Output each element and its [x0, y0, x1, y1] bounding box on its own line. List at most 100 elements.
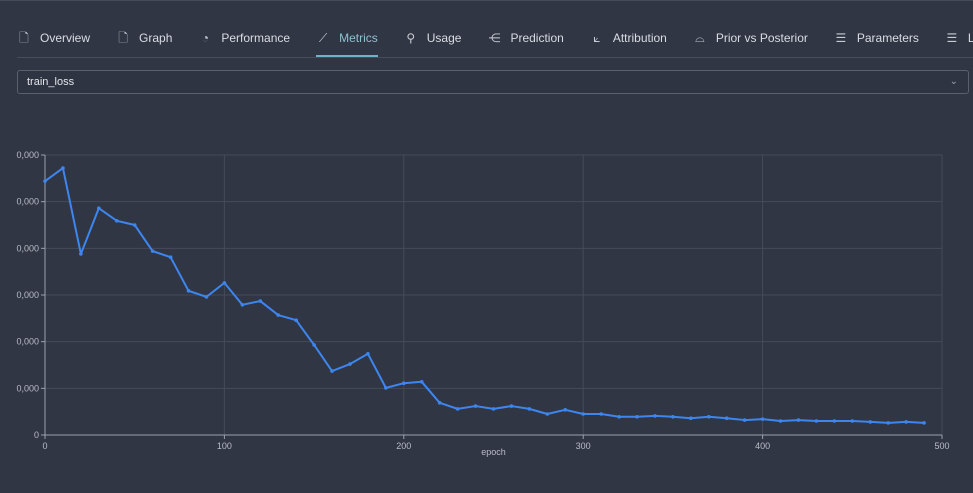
data-point: [563, 408, 568, 412]
area-chart-icon: ⌓: [695, 31, 705, 45]
data-point: [330, 369, 334, 373]
data-point: [527, 407, 532, 411]
data-point: [366, 352, 370, 356]
data-point: [886, 421, 890, 425]
data-point: [850, 419, 855, 423]
tab-prediction[interactable]: ⋲ Prediction: [487, 20, 563, 56]
tab-usage[interactable]: ⚲ Usage: [404, 20, 462, 56]
data-point: [653, 414, 657, 418]
data-point: [922, 421, 926, 425]
data-point: [778, 419, 783, 423]
x-tick-label: 200: [396, 441, 411, 451]
data-point: [491, 407, 496, 411]
tab-metrics[interactable]: ⟋ Metrics: [316, 20, 378, 57]
x-tick-label: 0: [42, 441, 47, 451]
data-point: [132, 223, 137, 227]
flow-icon: ⚲: [406, 31, 416, 45]
y-tick-label: 0,000: [16, 243, 39, 253]
tab-label: Metrics: [339, 31, 378, 45]
metric-select[interactable]: train_loss ⌄: [17, 70, 969, 94]
data-point: [384, 386, 388, 390]
y-tick-label: 0,000: [16, 337, 39, 347]
data-point: [742, 418, 747, 422]
data-point: [168, 255, 173, 259]
data-point: [473, 404, 478, 408]
data-point: [79, 252, 83, 256]
data-point: [97, 206, 101, 210]
data-point: [832, 419, 837, 423]
tab-logs[interactable]: ☰ Logs: [945, 20, 973, 56]
tab-label: Graph: [139, 31, 173, 45]
y-tick-label: 0,000: [16, 290, 39, 300]
data-point: [312, 343, 316, 347]
tab-label: Parameters: [856, 31, 919, 45]
data-point: [796, 418, 801, 422]
data-point: [671, 415, 675, 419]
data-point: [599, 412, 603, 416]
y-tick-label: 0,000: [16, 383, 39, 393]
file-chart-icon: 🗋: [118, 31, 128, 45]
tab-graph[interactable]: 🗋 Graph: [116, 20, 172, 56]
data-point: [635, 415, 639, 419]
data-point: [204, 295, 209, 299]
data-point: [545, 412, 550, 416]
data-point: [419, 380, 424, 384]
x-tick-label: 100: [217, 441, 232, 451]
data-point: [240, 303, 245, 307]
tab-prior-vs-posterior[interactable]: ⌓ Prior vs Posterior: [693, 20, 808, 56]
trend-icon: ⟀: [593, 31, 601, 45]
data-point: [904, 420, 908, 424]
tab-label: Usage: [426, 31, 462, 45]
x-tick-label: 500: [934, 441, 949, 451]
data-point: [186, 289, 191, 293]
branch-icon: ⋲: [488, 31, 501, 45]
top-border: [0, 0, 973, 1]
data-point: [814, 419, 819, 423]
data-point: [150, 249, 155, 253]
data-point: [455, 407, 460, 411]
tab-label: Overview: [40, 31, 91, 45]
tab-label: Performance: [221, 31, 291, 45]
data-point: [402, 381, 406, 385]
x-tick-label: 300: [576, 441, 591, 451]
data-point: [114, 219, 119, 223]
tab-label: Logs: [967, 31, 973, 45]
data-point: [61, 166, 65, 170]
list-icon: ☰: [835, 31, 847, 45]
data-point: [760, 417, 765, 421]
tab-parameters[interactable]: ☰ Parameters: [834, 20, 919, 56]
metric-select-value: train_loss: [27, 76, 75, 88]
tab-performance[interactable]: ◔ Performance: [198, 20, 290, 56]
y-tick-label: 0,000: [16, 150, 39, 160]
data-point: [509, 404, 514, 408]
tab-overview[interactable]: 🗋 Overview: [17, 20, 90, 56]
data-point: [617, 415, 621, 419]
data-point: [581, 412, 585, 416]
data-point: [724, 416, 729, 421]
x-axis-label: epoch: [481, 447, 506, 457]
data-point: [868, 420, 873, 424]
data-point: [689, 416, 693, 421]
data-point: [437, 401, 442, 405]
data-point: [222, 281, 227, 285]
line-chart-icon: ⟋: [318, 31, 328, 45]
data-point: [43, 179, 47, 183]
tab-label: Prior vs Posterior: [715, 31, 808, 45]
y-tick-label: 0,000: [16, 197, 39, 207]
x-tick-label: 400: [755, 441, 770, 451]
file-chart-icon: 🗋: [19, 31, 29, 45]
tab-label: Prediction: [510, 31, 564, 45]
data-point: [276, 313, 281, 317]
data-point: [706, 415, 711, 419]
gauge-icon: ◔: [201, 31, 209, 45]
tab-label: Attribution: [612, 31, 667, 45]
list-icon: ☰: [946, 31, 958, 45]
data-point: [258, 299, 263, 303]
metric-line-chart: 0 0,000 0,000 0,000 0,000 0,000 0,000 0 100 200 30…: [16, 150, 949, 457]
y-tick-label: 0: [34, 430, 39, 440]
chevron-down-icon: ⌄: [949, 76, 958, 87]
data-point: [348, 362, 352, 366]
tab-attribution[interactable]: ⟀ Attribution: [590, 20, 667, 56]
tab-bar: 🗋 Overview 🗋 Graph ◔ Performance ⟋ Metrics ⚲ Usag…: [17, 20, 973, 58]
data-point: [294, 318, 298, 322]
